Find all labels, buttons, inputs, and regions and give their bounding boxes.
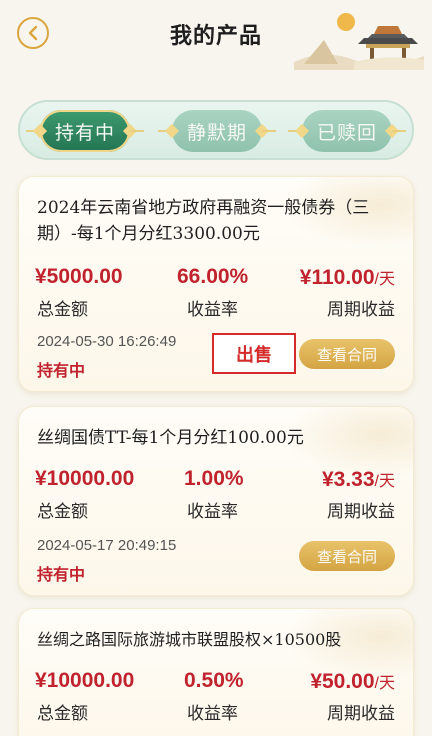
product-name: 2024年云南省地方政府再融资一般债券（三期）-每1个月分红3300.00元	[37, 198, 370, 244]
product-name: 丝绸之路国际旅游城市联盟股权×10500股	[37, 630, 342, 649]
purchase-datetime: 2024-05-30 16:26:49	[37, 333, 177, 350]
total-amount-label: 总金额	[37, 704, 88, 724]
cycle-income-label: 周期收益	[327, 502, 395, 522]
product-card: 2024年云南省地方政府再融资一般债券（三期）-每1个月分红3300.00元 ¥…	[18, 176, 414, 392]
yield-rate-label: 收益率	[187, 300, 238, 320]
status-badge: 持有中	[37, 361, 86, 380]
purchase-datetime: 2024-05-17 20:49:15	[37, 537, 177, 554]
tab-holding[interactable]: 持有中	[26, 110, 144, 152]
product-card: 丝绸国债TT-每1个月分红100.00元 ¥10000.00 1.00% ¥3.…	[18, 406, 414, 596]
total-amount-value: ¥10000.00	[35, 669, 135, 692]
tab-silent-period[interactable]: 静默期	[158, 110, 276, 152]
yield-rate-label: 收益率	[187, 502, 238, 522]
cycle-income-label: 周期收益	[327, 300, 395, 320]
product-name: 丝绸国债TT-每1个月分红100.00元	[37, 428, 304, 448]
cycle-income-value: ¥3.33/天	[321, 468, 395, 491]
tab-label: 持有中	[54, 121, 115, 144]
yield-rate-value: 1.00%	[184, 467, 244, 490]
total-amount-value: ¥5000.00	[35, 265, 123, 288]
cycle-income-label: 周期收益	[327, 704, 395, 724]
yield-rate-value: 66.00%	[177, 265, 249, 288]
yield-rate-label: 收益率	[187, 704, 238, 724]
tab-bar: 持有中 静默期 已赎回	[18, 100, 414, 160]
tab-label: 静默期	[186, 121, 247, 144]
sell-button[interactable]: 出售	[212, 333, 296, 374]
view-contract-button[interactable]: 查看合同	[299, 339, 395, 369]
tab-label: 已赎回	[316, 121, 377, 144]
cycle-income-value: ¥110.00/天	[299, 266, 395, 289]
header: 我的产品	[0, 0, 432, 74]
yield-rate-value: 0.50%	[184, 669, 244, 692]
cycle-income-value: ¥50.00/天	[310, 670, 395, 693]
tab-redeemed[interactable]: 已赎回	[288, 110, 406, 152]
pavilion-decoration-icon	[294, 13, 424, 70]
total-amount-label: 总金额	[37, 502, 88, 522]
status-badge: 持有中	[37, 565, 86, 584]
total-amount-label: 总金额	[37, 300, 88, 320]
view-contract-button[interactable]: 查看合同	[299, 541, 395, 571]
total-amount-value: ¥10000.00	[35, 467, 135, 490]
product-card: 丝绸之路国际旅游城市联盟股权×10500股 ¥10000.00 0.50% ¥5…	[18, 608, 414, 736]
